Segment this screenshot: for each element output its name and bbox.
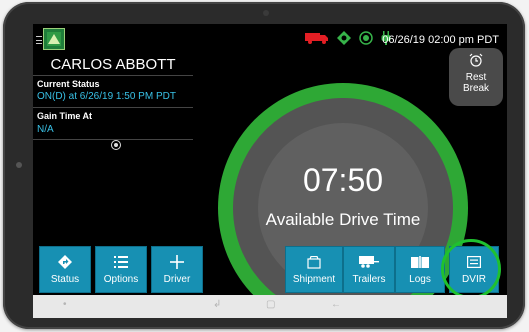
available-drive-time-value: 07:50 xyxy=(302,162,384,198)
wifi-icon xyxy=(359,30,373,50)
shipment-button-label: Shipment xyxy=(292,274,336,285)
options-button-label: Options xyxy=(103,274,139,285)
plus-icon xyxy=(152,251,202,273)
rest-break-label-line2: Break xyxy=(462,83,490,94)
divider xyxy=(33,75,193,76)
current-status-label: Current Status xyxy=(37,79,100,89)
home-icon[interactable]: ▢ xyxy=(266,299,275,310)
driver-button[interactable]: Driver xyxy=(151,246,203,293)
screen: 06/26/19 02:00 pm PDT 07:50 Available Dr… xyxy=(33,24,507,318)
available-drive-time-label: Available Drive Time xyxy=(265,210,421,229)
rest-break-label-line1: Rest xyxy=(465,72,487,83)
status-button-label: Status xyxy=(50,274,80,285)
trailers-button[interactable]: Trailers xyxy=(343,246,395,293)
package-icon xyxy=(286,251,342,273)
status-icons xyxy=(305,30,391,50)
expand-toggle-icon[interactable] xyxy=(111,140,121,150)
shipment-button[interactable]: Shipment xyxy=(285,246,343,293)
trailers-button-label: Trailers xyxy=(352,274,386,285)
book-icon xyxy=(396,251,444,273)
alarm-clock-icon xyxy=(449,53,503,72)
list-icon xyxy=(96,251,146,273)
gain-time-value: N/A xyxy=(37,124,54,135)
driver-name[interactable]: CARLOS ABBOTT xyxy=(33,56,193,73)
gain-time-label: Gain Time At xyxy=(37,111,93,121)
driver-button-label: Driver xyxy=(163,274,191,285)
menu-icon[interactable] xyxy=(36,36,42,44)
front-sensor xyxy=(263,10,269,16)
divider xyxy=(33,107,193,108)
tablet-bezel: 06/26/19 02:00 pm PDT 07:50 Available Dr… xyxy=(3,2,525,329)
status-button[interactable]: Status xyxy=(39,246,91,293)
nav-dot-icon[interactable]: • xyxy=(63,299,67,310)
rest-break-button[interactable]: Rest Break xyxy=(449,48,503,106)
recent-apps-icon[interactable]: ↲ xyxy=(213,299,221,310)
options-button[interactable]: Options xyxy=(95,246,147,293)
status-datetime: 06/26/19 02:00 pm PDT xyxy=(382,34,499,46)
status-bar: 06/26/19 02:00 pm PDT xyxy=(33,24,507,56)
app-logo[interactable] xyxy=(43,28,65,50)
logs-button-label: Logs xyxy=(409,274,431,285)
diamond-arrow-icon xyxy=(40,251,90,273)
front-camera xyxy=(16,162,22,168)
trailer-icon xyxy=(344,251,394,273)
current-status-value: ON(D) at 6/26/19 1:50 PM PDT xyxy=(37,91,176,102)
gps-icon xyxy=(337,30,351,50)
logs-button[interactable]: Logs xyxy=(395,246,445,293)
truck-icon xyxy=(305,31,329,49)
android-nav-bar: • ↲ ▢ ← xyxy=(33,295,507,318)
dvir-highlight-ring xyxy=(441,239,501,299)
bottom-toolbar: Status Options Driver Shipment Trailers … xyxy=(33,246,507,295)
back-icon[interactable]: ← xyxy=(331,299,341,310)
